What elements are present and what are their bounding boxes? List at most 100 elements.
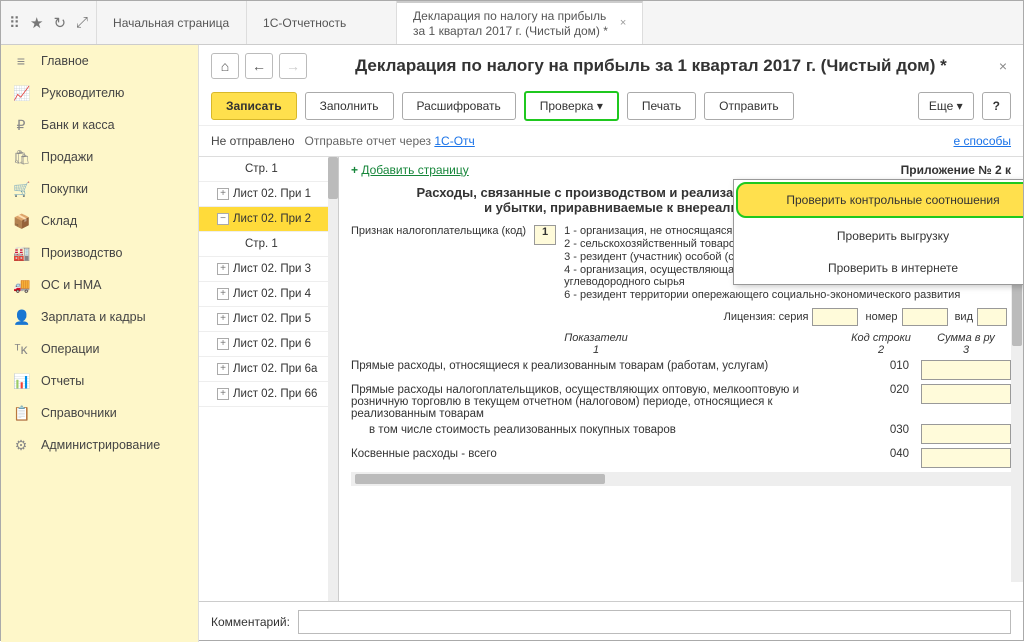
apps-icon[interactable]: ⠿ <box>9 14 20 32</box>
close-icon[interactable]: × <box>620 17 626 30</box>
help-button[interactable]: ? <box>982 92 1011 120</box>
expand-icon[interactable]: + <box>217 188 229 200</box>
send-button[interactable]: Отправить <box>704 92 794 120</box>
license-serie-input[interactable] <box>812 308 858 326</box>
expand-icon[interactable]: + <box>217 338 229 350</box>
amount-input-020[interactable] <box>921 384 1011 404</box>
person-icon: 👤 <box>13 309 29 325</box>
page-title: Декларация по налогу на прибыль за 1 ква… <box>313 56 989 76</box>
sidebar-item-admin[interactable]: ⚙Администрирование <box>1 429 198 461</box>
toolbar: Записать Заполнить Расшифровать Проверка… <box>199 87 1023 125</box>
sidebar-item-main[interactable]: ≡ Главное <box>1 45 198 77</box>
close-icon[interactable]: × <box>995 58 1011 74</box>
tree-item-selected[interactable]: −Лист 02. При 2 <box>199 207 338 232</box>
expand-icon[interactable]: + <box>217 288 229 300</box>
check-dropdown: Проверить контрольные соотношения Провер… <box>733 179 1023 285</box>
dropdown-item-check-online[interactable]: Проверить в интернете <box>734 252 1023 284</box>
tab-declaration[interactable]: Декларация по налогу на прибыль за 1 ква… <box>397 1 643 44</box>
check-button[interactable]: Проверка ▾ <box>524 91 619 121</box>
sidebar-item-manager[interactable]: 📈Руководителю <box>1 77 198 109</box>
box-icon: 📦 <box>13 213 29 229</box>
taxpayer-label: Признак налогоплательщика (код) <box>351 225 526 302</box>
sidebar-item-sales[interactable]: 🛍Продажи <box>1 141 198 173</box>
license-row: Лицензия: серия номер вид <box>351 308 1011 326</box>
comment-input[interactable] <box>298 610 1011 634</box>
back-button[interactable]: ← <box>245 53 273 79</box>
sidebar-item-label: Справочники <box>41 406 117 420</box>
open-icon[interactable]: ⤢ <box>76 14 88 31</box>
sidebar-item-reports[interactable]: 📊Отчеты <box>1 365 198 397</box>
tab-start[interactable]: Начальная страница <box>97 1 247 44</box>
tree-scrollbar[interactable] <box>328 157 338 601</box>
expand-icon[interactable]: + <box>217 388 229 400</box>
appendix-label: Приложение № 2 к <box>901 163 1011 177</box>
grid-row: в том числе стоимость реализованных поку… <box>351 424 1011 444</box>
dropdown-item-check-export[interactable]: Проверить выгрузку <box>734 220 1023 252</box>
tree-item[interactable]: +Лист 02. При 66 <box>199 382 338 407</box>
comment-label: Комментарий: <box>211 615 290 629</box>
amount-input-030[interactable] <box>921 424 1011 444</box>
sidebar-item-purchases[interactable]: 🛒Покупки <box>1 173 198 205</box>
more-button[interactable]: Еще ▾ <box>918 92 974 120</box>
tab-label: Начальная страница <box>113 16 229 30</box>
tab-reporting[interactable]: 1С-Отчетность <box>247 1 397 44</box>
status-hint: Отправьте отчет через 1С-Отч <box>305 134 475 148</box>
grid-row: Прямые расходы, относящиеся к реализован… <box>351 360 1011 380</box>
comment-row: Комментарий: <box>199 602 1023 642</box>
sidebar-item-warehouse[interactable]: 📦 Склад <box>1 205 198 237</box>
amount-input-010[interactable] <box>921 360 1011 380</box>
tree-item[interactable]: +Лист 02. При 1 <box>199 182 338 207</box>
expand-icon[interactable]: + <box>217 363 229 375</box>
home-button[interactable]: ⌂ <box>211 53 239 79</box>
content: ⌂ ← → Декларация по налогу на прибыль за… <box>199 45 1023 642</box>
print-button[interactable]: Печать <box>627 92 696 120</box>
tree-item[interactable]: Стр. 1 <box>199 232 338 257</box>
sidebar-item-label: Главное <box>41 54 89 68</box>
expand-icon[interactable]: + <box>217 263 229 275</box>
status-link[interactable]: 1С-Отч <box>434 134 474 148</box>
grid-row: Косвенные расходы - всего 040 <box>351 448 1011 468</box>
tab-label: 1С-Отчетность <box>263 16 346 30</box>
tree-item[interactable]: +Лист 02. При 5 <box>199 307 338 332</box>
tree-item[interactable]: +Лист 02. При 3 <box>199 257 338 282</box>
add-page-link[interactable]: Добавить страницу <box>361 163 468 177</box>
ruble-icon: ₽ <box>13 117 29 133</box>
grid-header: Показатели 1 Код строки 2 Сумма в ру 3 <box>351 332 1011 356</box>
forward-button[interactable]: → <box>279 53 307 79</box>
status-row: Не отправлено Отправьте отчет через 1С-О… <box>199 125 1023 157</box>
dropdown-item-control-ratios[interactable]: Проверить контрольные соотношения <box>736 182 1023 218</box>
horizontal-scrollbar[interactable] <box>351 472 1011 486</box>
status-other-methods[interactable]: е способы <box>954 134 1012 148</box>
save-button[interactable]: Записать <box>211 92 297 120</box>
sidebar-item-label: Склад <box>41 214 77 228</box>
tree-item[interactable]: +Лист 02. При 6 <box>199 332 338 357</box>
tree-item[interactable]: +Лист 02. При 6а <box>199 357 338 382</box>
topbar: ⠿ ★ ↻ ⤢ Начальная страница 1С-Отчетность… <box>1 1 1023 45</box>
star-icon[interactable]: ★ <box>30 14 43 32</box>
sidebar-item-label: Покупки <box>41 182 88 196</box>
sidebar-item-label: Продажи <box>41 150 93 164</box>
sidebar-item-assets[interactable]: 🚚 ОС и НМА <box>1 269 198 301</box>
scroll-thumb[interactable] <box>328 157 338 199</box>
sidebar-item-references[interactable]: 📋Справочники <box>1 397 198 429</box>
scroll-thumb[interactable] <box>355 474 605 484</box>
truck-icon: 🚚 <box>13 277 29 293</box>
amount-input-040[interactable] <box>921 448 1011 468</box>
decode-button[interactable]: Расшифровать <box>402 92 516 120</box>
sidebar-item-production[interactable]: 🏭Производство <box>1 237 198 269</box>
tree-item[interactable]: +Лист 02. При 4 <box>199 282 338 307</box>
license-type-input[interactable] <box>977 308 1007 326</box>
tree-item[interactable]: Стр. 1 <box>199 157 338 182</box>
sidebar-item-operations[interactable]: ᵀᴋОперации <box>1 333 198 365</box>
gear-icon: ⚙ <box>13 437 29 453</box>
sidebar-item-hr[interactable]: 👤Зарплата и кадры <box>1 301 198 333</box>
fill-button[interactable]: Заполнить <box>305 92 394 120</box>
menu-icon: ≡ <box>13 53 29 69</box>
expand-icon[interactable]: + <box>217 313 229 325</box>
taxpayer-code-input[interactable]: 1 <box>534 225 556 245</box>
collapse-icon[interactable]: − <box>217 213 229 225</box>
sidebar-item-bank[interactable]: ₽Банк и касса <box>1 109 198 141</box>
license-number-input[interactable] <box>902 308 948 326</box>
history-icon[interactable]: ↻ <box>53 14 66 32</box>
sidebar-item-label: ОС и НМА <box>41 278 101 292</box>
